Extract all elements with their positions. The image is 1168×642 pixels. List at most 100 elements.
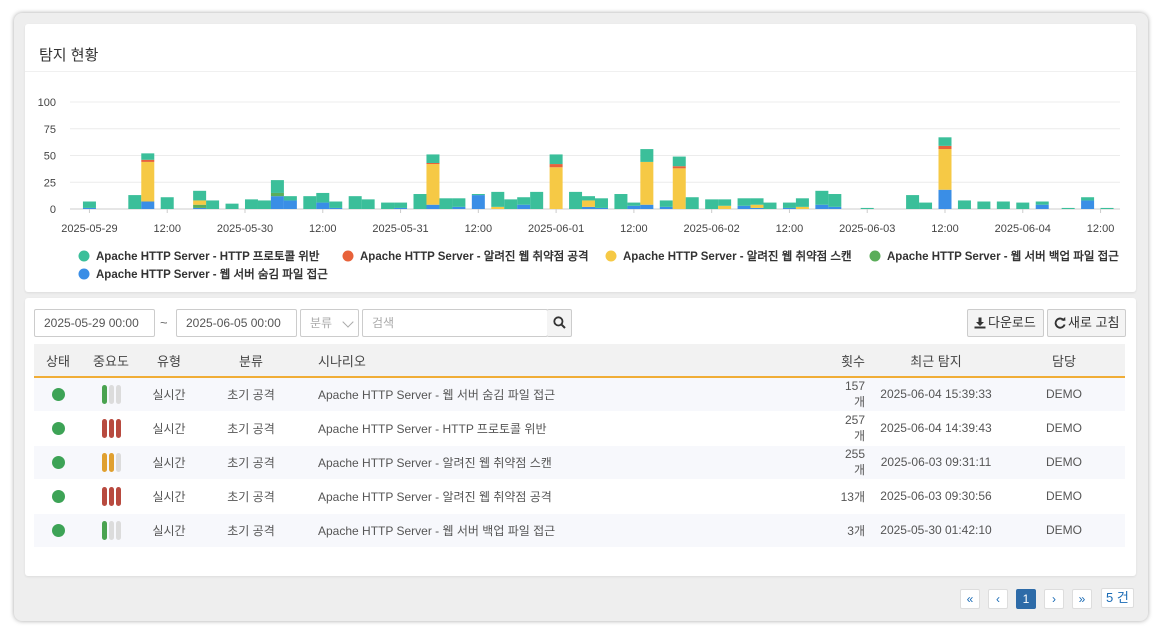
bar-segment-http_protocol [627,202,641,206]
bar-segment-http_protocol [504,199,518,209]
bar-segment-hidden [283,200,297,209]
legend-marker [78,250,90,262]
status-indicator [51,388,65,402]
refresh-icon [1054,317,1066,329]
x-tick-label: 12:00 [1087,223,1115,235]
bar-segment-web_scan [549,167,563,209]
bar-segment-web_scan [193,200,207,205]
bar-segment-http_protocol [977,201,991,209]
category-select[interactable]: 분류 [300,309,359,337]
bar-segment-http_protocol [860,207,874,209]
prev-page-button[interactable]: ‹ [988,589,1008,609]
bar-segment-hidden [517,204,531,209]
bar-segment-web_scan [582,200,596,207]
legend-label: Apache HTTP Server - 웹 서버 백업 파일 접근 [887,249,1119,263]
y-tick-label: 50 [44,151,56,163]
download-button-label: 다운로드 [988,315,1036,330]
bar-segment-hidden [640,204,654,209]
importance-bar [115,452,121,472]
refresh-button[interactable]: 새로 고침 [1047,309,1126,337]
first-page-button[interactable]: « [960,589,980,609]
row-scenario: Apache HTTP Server - 알려진 웹 취약점 스캔 [318,455,552,470]
header-type[interactable]: 유형 [140,344,198,377]
row-count: 257개 [844,412,865,443]
last-page-button[interactable]: » [1072,589,1092,609]
row-type: 실시간 [152,489,186,504]
bar-segment-http_protocol [1100,207,1114,209]
importance-bar [108,486,114,506]
table-row[interactable]: 실시간 초기 공격 Apache HTTP Server - 알려진 웹 취약점 스… [34,445,1125,479]
bar-segment-hidden [750,207,764,209]
importance-indicator [101,384,121,404]
importance-bar [101,418,107,438]
legend-marker [869,250,881,262]
bar-segment-hidden [659,206,673,209]
search-input[interactable]: 검색 [362,309,548,337]
importance-bar [115,520,121,540]
x-tick-label: 12:00 [153,223,181,235]
bar-segment-http_protocol [413,194,427,209]
start-date-input[interactable]: 2025-05-29 00:00 [34,309,155,337]
page-1-button[interactable]: 1 [1016,589,1036,609]
header-last-detected[interactable]: 최근 탐지 [869,344,1003,377]
search-button[interactable] [547,309,572,337]
bar-segment-web_scan [938,149,952,190]
x-tick-label: 2025-06-04 [995,223,1051,235]
bar-segment-http_protocol [919,202,933,209]
header-status[interactable]: 상태 [34,344,82,377]
table-row[interactable]: 실시간 초기 공격 Apache HTTP Server - 알려진 웹 취약점 공… [34,479,1125,513]
row-type: 실시간 [152,421,186,436]
bar-segment-web_attack [549,164,563,168]
category-select-placeholder: 분류 [310,316,333,330]
bar-segment-http_protocol [1035,201,1049,205]
row-owner: DEMO [1046,387,1082,402]
bar-segment-web_attack [938,145,952,150]
app-window: 탐지 현황 0 25 50 75 100 2025-05-29 12:00 2025-05-3… [14,13,1148,621]
bar-segment-http_protocol [815,190,829,205]
row-category: 초기 공격 [227,523,275,538]
bar-segment-http_protocol [244,199,258,209]
row-type: 실시간 [152,455,186,470]
chevron-down-icon [342,316,354,328]
header-scenario[interactable]: 시나리오 [304,344,834,377]
y-tick-label: 75 [44,124,56,136]
row-count: 13개 [840,489,865,504]
status-indicator [51,490,65,504]
table-row[interactable]: 실시간 초기 공격 Apache HTTP Server - HTTP 프로토콜 위… [34,411,1125,445]
x-tick-label: 12:00 [620,223,648,235]
header-owner[interactable]: 담당 [1003,344,1125,377]
x-tick-label: 2025-05-30 [217,223,273,235]
row-owner: DEMO [1046,523,1082,537]
bar-segment-http_protocol [303,196,317,209]
table-row[interactable]: 실시간 초기 공격 Apache HTTP Server - 웹 서버 백업 파일 … [34,513,1125,547]
table-row[interactable]: 실시간 초기 공격 Apache HTTP Server - 웹 서버 숨김 파일 … [34,377,1125,411]
bar-segment-http_protocol [782,202,796,208]
row-count: 3개 [847,523,865,538]
row-scenario: Apache HTTP Server - 알려진 웹 취약점 공격 [318,489,552,504]
header-importance[interactable]: 중요도 [82,344,140,377]
importance-bar [108,520,114,540]
table-header-row: 상태 중요도 유형 분류 시나리오 횟수 최근 탐지 담당 [34,344,1125,377]
importance-indicator [101,418,121,438]
header-category[interactable]: 분류 [198,344,304,377]
importance-bar [115,418,121,438]
date-range-separator: ~ [160,315,168,330]
status-indicator [51,422,65,436]
bar-segment-http_protocol [795,198,809,207]
row-scenario: Apache HTTP Server - 웹 서버 백업 파일 접근 [318,523,556,538]
bar-segment-web_attack [426,162,440,165]
legend-marker [605,250,617,262]
importance-bar [101,520,107,540]
bar-segment-hidden [627,205,641,209]
status-indicator [51,456,65,470]
next-page-button[interactable]: › [1044,589,1064,609]
bar-segment-web_scan [491,206,505,209]
end-date-input[interactable]: 2025-06-05 00:00 [176,309,297,337]
download-button[interactable]: 다운로드 [967,309,1044,337]
row-category: 초기 공격 [227,387,275,402]
bar-segment-hidden [329,207,343,209]
bar-segment-web_scan [640,161,654,205]
row-type: 실시간 [152,387,186,402]
header-count[interactable]: 횟수 [834,344,869,377]
row-last-detected: 2025-05-30 01:42:10 [880,523,992,537]
